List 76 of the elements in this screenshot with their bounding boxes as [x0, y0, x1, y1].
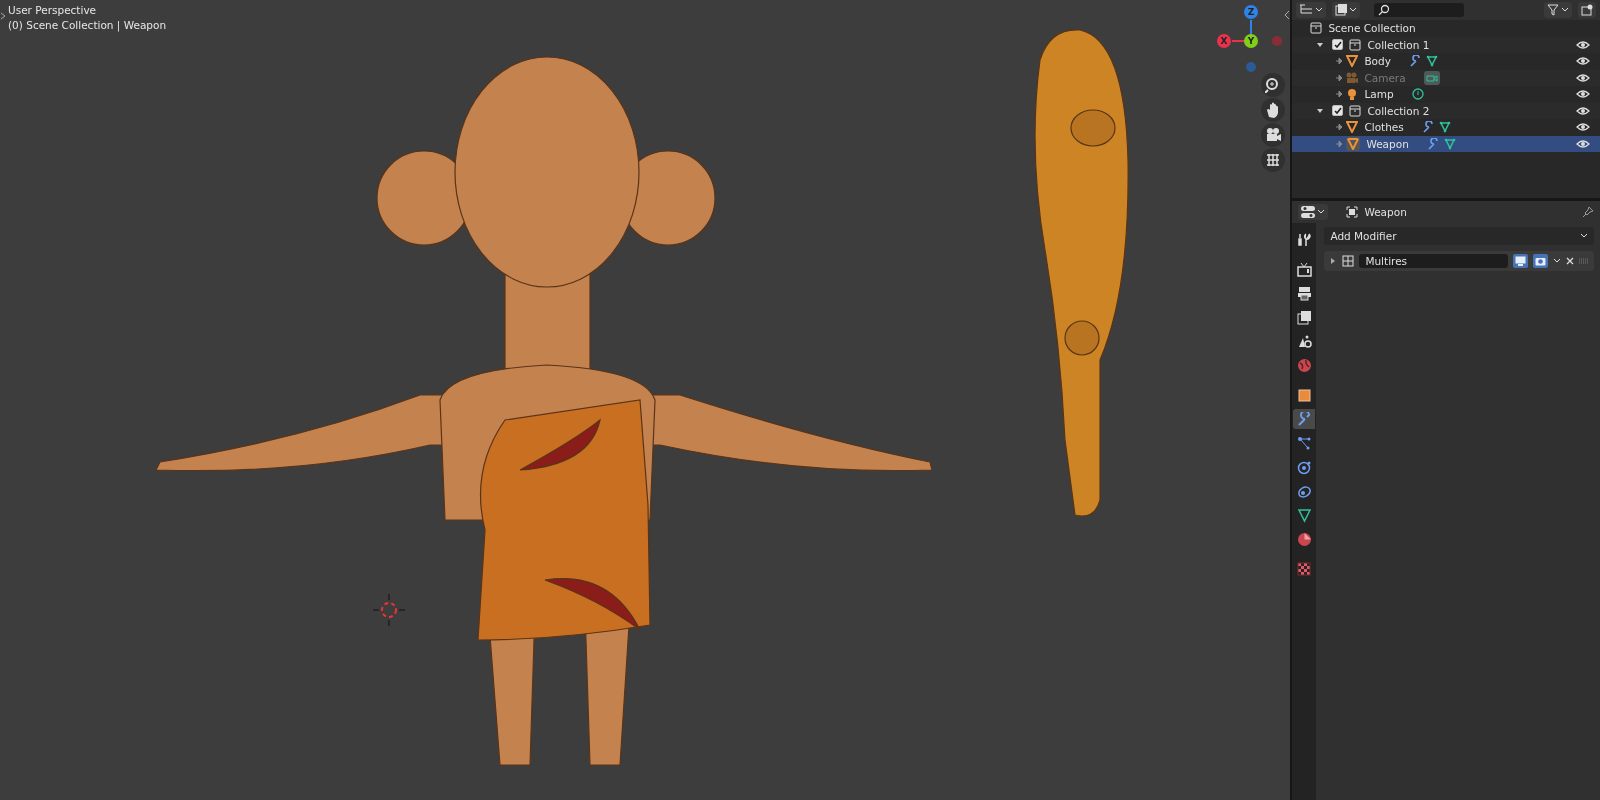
- viewport-toggle[interactable]: [1513, 254, 1528, 268]
- triangle-mesh-icon: [1346, 136, 1361, 151]
- eye-icon[interactable]: [1576, 121, 1590, 134]
- eye-icon[interactable]: [1576, 104, 1590, 117]
- tree-branch-icon: [1336, 91, 1343, 98]
- 3d-cursor-icon[interactable]: [372, 593, 406, 627]
- filter-mode-dropdown[interactable]: [1332, 2, 1361, 18]
- add-modifier-dropdown[interactable]: Add Modifier: [1324, 227, 1594, 245]
- outliner-row[interactable]: Clothes: [1292, 119, 1600, 136]
- object-label[interactable]: Clothes: [1364, 121, 1404, 134]
- scene-info: (0) Scene Collection | Weapon: [8, 19, 167, 31]
- gizmo-negative-axis-handle[interactable]: [1246, 62, 1256, 72]
- pin-icon[interactable]: [1582, 206, 1594, 218]
- chevron-down-icon: [1317, 209, 1326, 215]
- filter-dropdown[interactable]: [1544, 2, 1572, 18]
- mesh-data-icon[interactable]: [1438, 121, 1451, 134]
- checkbox[interactable]: [1332, 39, 1344, 51]
- outliner-row[interactable]: Body: [1292, 53, 1600, 70]
- light-bulb-icon: [1346, 88, 1359, 101]
- collection-box-icon: [1349, 38, 1362, 51]
- chevron-down-icon: [1561, 7, 1569, 13]
- gizmo-negative-axis-handle[interactable]: [1272, 36, 1282, 46]
- triangle-mesh-icon: [1346, 121, 1359, 134]
- object-label[interactable]: Weapon: [1366, 137, 1409, 150]
- tree-branch-icon: [1336, 124, 1343, 131]
- checkbox[interactable]: [1332, 105, 1344, 117]
- triangle-mesh-icon: [1346, 55, 1359, 68]
- collection-box-icon: [1310, 22, 1323, 35]
- collection-label[interactable]: Collection 2: [1367, 104, 1430, 117]
- chevron-down-icon: [1315, 7, 1324, 13]
- search-icon: [1378, 4, 1391, 16]
- outliner-row[interactable]: Lamp: [1292, 86, 1600, 103]
- outliner-icon: [1299, 4, 1314, 16]
- mesh-data-icon[interactable]: [1425, 55, 1438, 68]
- funnel-icon: [1547, 4, 1559, 16]
- gizmo-axis-handle[interactable]: Y: [1244, 34, 1258, 48]
- close-icon[interactable]: [1566, 257, 1574, 265]
- light-data-icon[interactable]: [1411, 88, 1424, 101]
- eye-icon[interactable]: [1576, 137, 1590, 150]
- collection-label[interactable]: Scene Collection: [1328, 22, 1416, 35]
- view-name: User Perspective: [8, 4, 98, 16]
- object-name: Weapon: [1364, 206, 1407, 218]
- tree-branch-icon: [1336, 58, 1343, 65]
- tree-branch-icon: [1336, 140, 1343, 147]
- object-label[interactable]: Lamp: [1364, 88, 1394, 101]
- gizmo-axis-handle[interactable]: X: [1217, 34, 1231, 48]
- eye-icon[interactable]: [1576, 55, 1590, 68]
- mesh-data-icon[interactable]: [1443, 137, 1456, 150]
- eye-icon[interactable]: [1576, 38, 1590, 51]
- editor-type-dropdown[interactable]: [1298, 204, 1329, 220]
- gizmo-axis-handle[interactable]: Z: [1244, 5, 1258, 19]
- expanded-arrow-icon[interactable]: [1316, 106, 1325, 115]
- tree-branch-icon: [1336, 74, 1343, 81]
- search-field[interactable]: [1374, 3, 1465, 17]
- grid-icon: [1342, 255, 1355, 267]
- render-toggle[interactable]: [1533, 254, 1548, 268]
- collection-label[interactable]: Collection 1: [1367, 38, 1430, 51]
- drag-handle-icon[interactable]: [1579, 258, 1589, 264]
- display-mode-dropdown[interactable]: [1296, 2, 1327, 18]
- eye-icon[interactable]: [1576, 88, 1590, 101]
- chevron-down-icon[interactable]: [1553, 258, 1561, 264]
- new-collection-button[interactable]: [1578, 2, 1596, 18]
- camera-icon: [1535, 256, 1546, 266]
- toggle-icon: [1301, 206, 1316, 218]
- expanded-arrow-icon[interactable]: [1316, 40, 1325, 49]
- image-icon: [1335, 4, 1348, 16]
- monitor-icon: [1515, 256, 1526, 266]
- chevron-down-icon: [1349, 7, 1358, 13]
- collection-box-icon: [1349, 104, 1362, 117]
- outliner-row[interactable]: Weapon: [1292, 135, 1600, 152]
- modifier-name-field[interactable]: Multires: [1359, 254, 1508, 268]
- chevron-down-icon: [1580, 233, 1588, 239]
- new-collection-icon: [1581, 4, 1593, 16]
- object-square-icon: [1346, 206, 1359, 218]
- object-label[interactable]: Body: [1364, 55, 1391, 68]
- camera-icon: [1346, 71, 1359, 84]
